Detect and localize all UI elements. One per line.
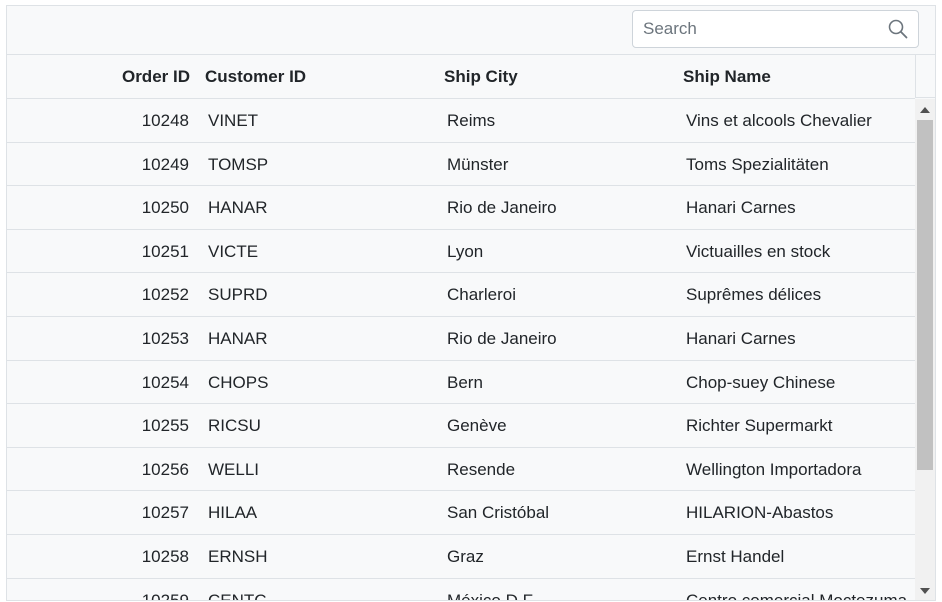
column-header-customer-id[interactable]: Customer ID <box>205 55 306 98</box>
table-row[interactable]: 10253 HANAR Rio de Janeiro Hanari Carnes <box>7 317 915 361</box>
cell-ship-name: Richter Supermarkt <box>686 416 833 436</box>
cell-ship-name: Hanari Carnes <box>686 198 796 218</box>
cell-ship-city: México D.F. <box>447 590 536 601</box>
cell-ship-city: San Cristóbal <box>447 503 550 523</box>
table-row[interactable]: 10249 TOMSP Münster Toms Spezialitäten <box>7 143 915 187</box>
cell-customer-id: VICTE <box>208 241 259 261</box>
cell-ship-name: Suprêmes délices <box>686 285 822 305</box>
cell-customer-id: TOMSP <box>208 154 269 174</box>
grid-header: Order ID Customer ID Ship City Ship Name <box>7 55 915 99</box>
grid-body: 10248 VINET Reims Vins et alcools Chevalier… <box>7 99 915 601</box>
column-header-order-id[interactable]: Order ID <box>7 55 190 98</box>
cell-order-id: 10257 <box>141 503 189 523</box>
cell-ship-name: Vins et alcools Chevalier <box>686 111 872 130</box>
cell-ship-name: Victuailles en stock <box>686 241 831 261</box>
cell-ship-city: Bern <box>447 372 483 392</box>
column-header-ship-name[interactable]: Ship Name <box>683 55 771 98</box>
cell-ship-name: Centro comercial Moctezuma <box>686 590 908 601</box>
cell-order-id: 10251 <box>141 241 189 261</box>
table-row[interactable]: 10257 HILAA San Cristóbal HILARION-Abastos <box>7 491 915 535</box>
cell-order-id: 10252 <box>141 285 189 305</box>
cell-ship-name: HILARION-Abastos <box>686 503 834 523</box>
scroll-down-arrow-icon[interactable] <box>920 588 930 594</box>
table-row[interactable]: 10250 HANAR Rio de Janeiro Hanari Carnes <box>7 186 915 230</box>
cell-ship-name: Ernst Handel <box>686 547 785 566</box>
cell-order-id: 10256 <box>141 459 189 479</box>
cell-order-id: 10258 <box>141 547 189 566</box>
table-row[interactable]: 10248 VINET Reims Vins et alcools Chevalier <box>7 99 915 143</box>
cell-ship-city: Resende <box>447 459 516 479</box>
cell-ship-city: Münster <box>447 154 509 174</box>
table-row[interactable]: 10258 ERNSH Graz Ernst Handel <box>7 535 915 579</box>
cell-ship-name: Hanari Carnes <box>686 329 796 348</box>
column-header-ship-city[interactable]: Ship City <box>444 55 518 98</box>
cell-order-id: 10254 <box>141 372 189 392</box>
search-icon[interactable] <box>888 19 908 39</box>
cell-customer-id: SUPRD <box>208 285 268 305</box>
cell-customer-id: HILAA <box>208 503 258 523</box>
cell-customer-id: RICSU <box>208 416 261 436</box>
cell-ship-city: Graz <box>447 547 484 566</box>
cell-order-id: 10259 <box>141 590 189 601</box>
table-row[interactable]: 10255 RICSU Genève Richter Supermarkt <box>7 404 915 448</box>
cell-order-id: 10249 <box>141 154 189 174</box>
cell-customer-id: VINET <box>208 111 259 130</box>
cell-order-id: 10250 <box>141 198 189 218</box>
cell-ship-city: Rio de Janeiro <box>447 198 557 218</box>
cell-customer-id: HANAR <box>208 329 268 348</box>
table-row[interactable]: 10259 CENTC México D.F. Centro comercial Mo… <box>7 579 915 601</box>
search-box[interactable] <box>632 10 919 48</box>
cell-customer-id: CENTC <box>208 590 267 601</box>
cell-order-id: 10253 <box>141 329 189 348</box>
grid-toolbar <box>7 6 935 55</box>
vertical-scrollbar[interactable] <box>915 99 935 600</box>
cell-ship-city: Genève <box>447 416 507 436</box>
cell-ship-name: Chop-suey Chinese <box>686 372 836 392</box>
cell-ship-name: Wellington Importadora <box>686 459 862 479</box>
table-row[interactable]: 10251 VICTE Lyon Victuailles en stock <box>7 230 915 274</box>
cell-ship-city: Charleroi <box>447 285 516 305</box>
table-row[interactable]: 10252 SUPRD Charleroi Suprêmes délices <box>7 273 915 317</box>
cell-ship-city: Lyon <box>447 241 484 261</box>
cell-order-id: 10255 <box>141 416 189 436</box>
table-row[interactable]: 10254 CHOPS Bern Chop-suey Chinese <box>7 361 915 405</box>
cell-ship-city: Rio de Janeiro <box>447 329 557 348</box>
cell-ship-name: Toms Spezialitäten <box>686 154 829 174</box>
scroll-up-arrow-icon[interactable] <box>920 107 930 113</box>
cell-customer-id: ERNSH <box>208 547 268 566</box>
scrollbar-thumb[interactable] <box>917 120 933 470</box>
cell-customer-id: WELLI <box>208 459 260 479</box>
data-grid: Order ID Customer ID Ship City Ship Name… <box>6 5 936 601</box>
table-row[interactable]: 10256 WELLI Resende Wellington Importadora <box>7 448 915 492</box>
cell-order-id: 10248 <box>141 111 189 130</box>
cell-ship-city: Reims <box>447 111 496 130</box>
cell-customer-id: HANAR <box>208 198 268 218</box>
cell-customer-id: CHOPS <box>208 372 269 392</box>
search-input[interactable] <box>633 11 883 47</box>
header-scroll-gutter <box>915 55 935 98</box>
